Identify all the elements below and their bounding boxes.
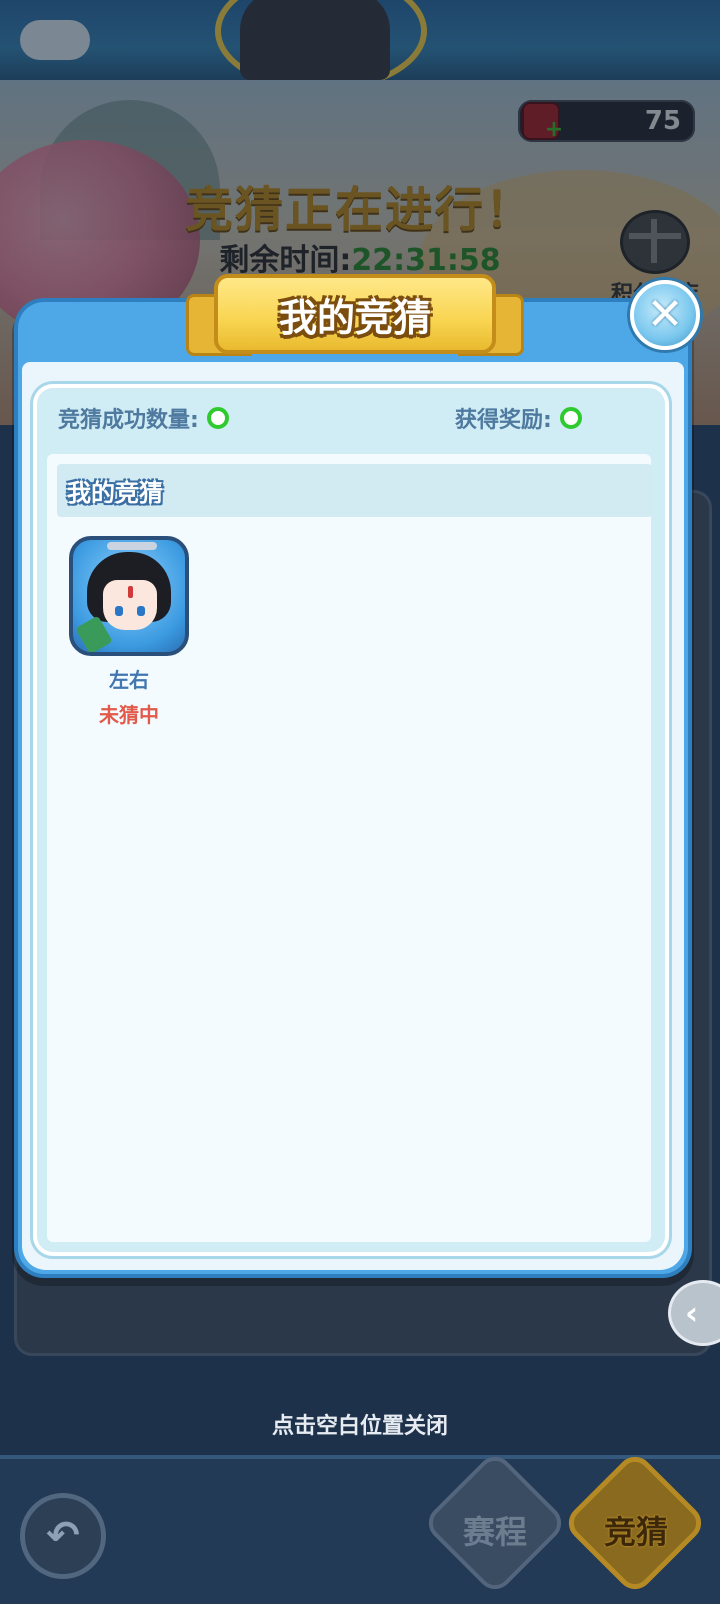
modal-body: 竞猜成功数量: 获得奖励: 我的竞猜 左右 未猜中 [22, 362, 684, 1270]
close-icon: ✕ [646, 289, 684, 340]
close-hint: 点击空白位置关闭 [271, 1414, 448, 1439]
modal-title: 我的竞猜 [278, 295, 431, 340]
ribbon-plate: 我的竞猜 [214, 274, 496, 354]
section-title: 我的竞猜 [57, 464, 652, 517]
back-arrow-icon: ↶ [46, 1513, 80, 1559]
avatar-eye [115, 606, 123, 616]
reward-indicator-icon [559, 407, 582, 429]
modal-title-ribbon: 我的竞猜 [186, 272, 524, 360]
success-count-label: 竞猜成功数量: [58, 408, 199, 433]
bet-list: 我的竞猜 左右 未猜中 [47, 454, 652, 1242]
avatar-eye [137, 606, 145, 616]
back-button[interactable]: ↶ [20, 1493, 106, 1579]
entry-name: 左右 [109, 668, 149, 692]
entry-status: 未猜中 [99, 703, 159, 727]
bet-stats-row: 竞猜成功数量: 获得奖励: [33, 384, 669, 448]
modal-inner-frame: 竞猜成功数量: 获得奖励: 我的竞猜 左右 未猜中 [33, 384, 669, 1256]
tab-schedule[interactable]: 赛程 [425, 1507, 565, 1553]
bottom-nav: ↶ 赛程 竞猜 [0, 1449, 720, 1604]
my-bets-modal: 竞猜成功数量: 获得奖励: 我的竞猜 左右 未猜中 [18, 302, 688, 1274]
success-indicator-icon [206, 407, 229, 429]
success-count-stat: 竞猜成功数量: [58, 402, 229, 434]
avatar[interactable] [69, 536, 189, 656]
avatar-headband [107, 542, 157, 550]
chevron-left-icon: ‹ [685, 1294, 699, 1332]
reward-stat: 获得奖励: [455, 402, 582, 434]
reward-label: 获得奖励: [455, 408, 552, 433]
close-button[interactable]: ✕ [630, 280, 700, 350]
list-item[interactable]: 左右 未猜中 [67, 536, 191, 728]
tab-bet[interactable]: 竞猜 [566, 1507, 706, 1553]
avatar-forehead-mark [128, 586, 133, 598]
